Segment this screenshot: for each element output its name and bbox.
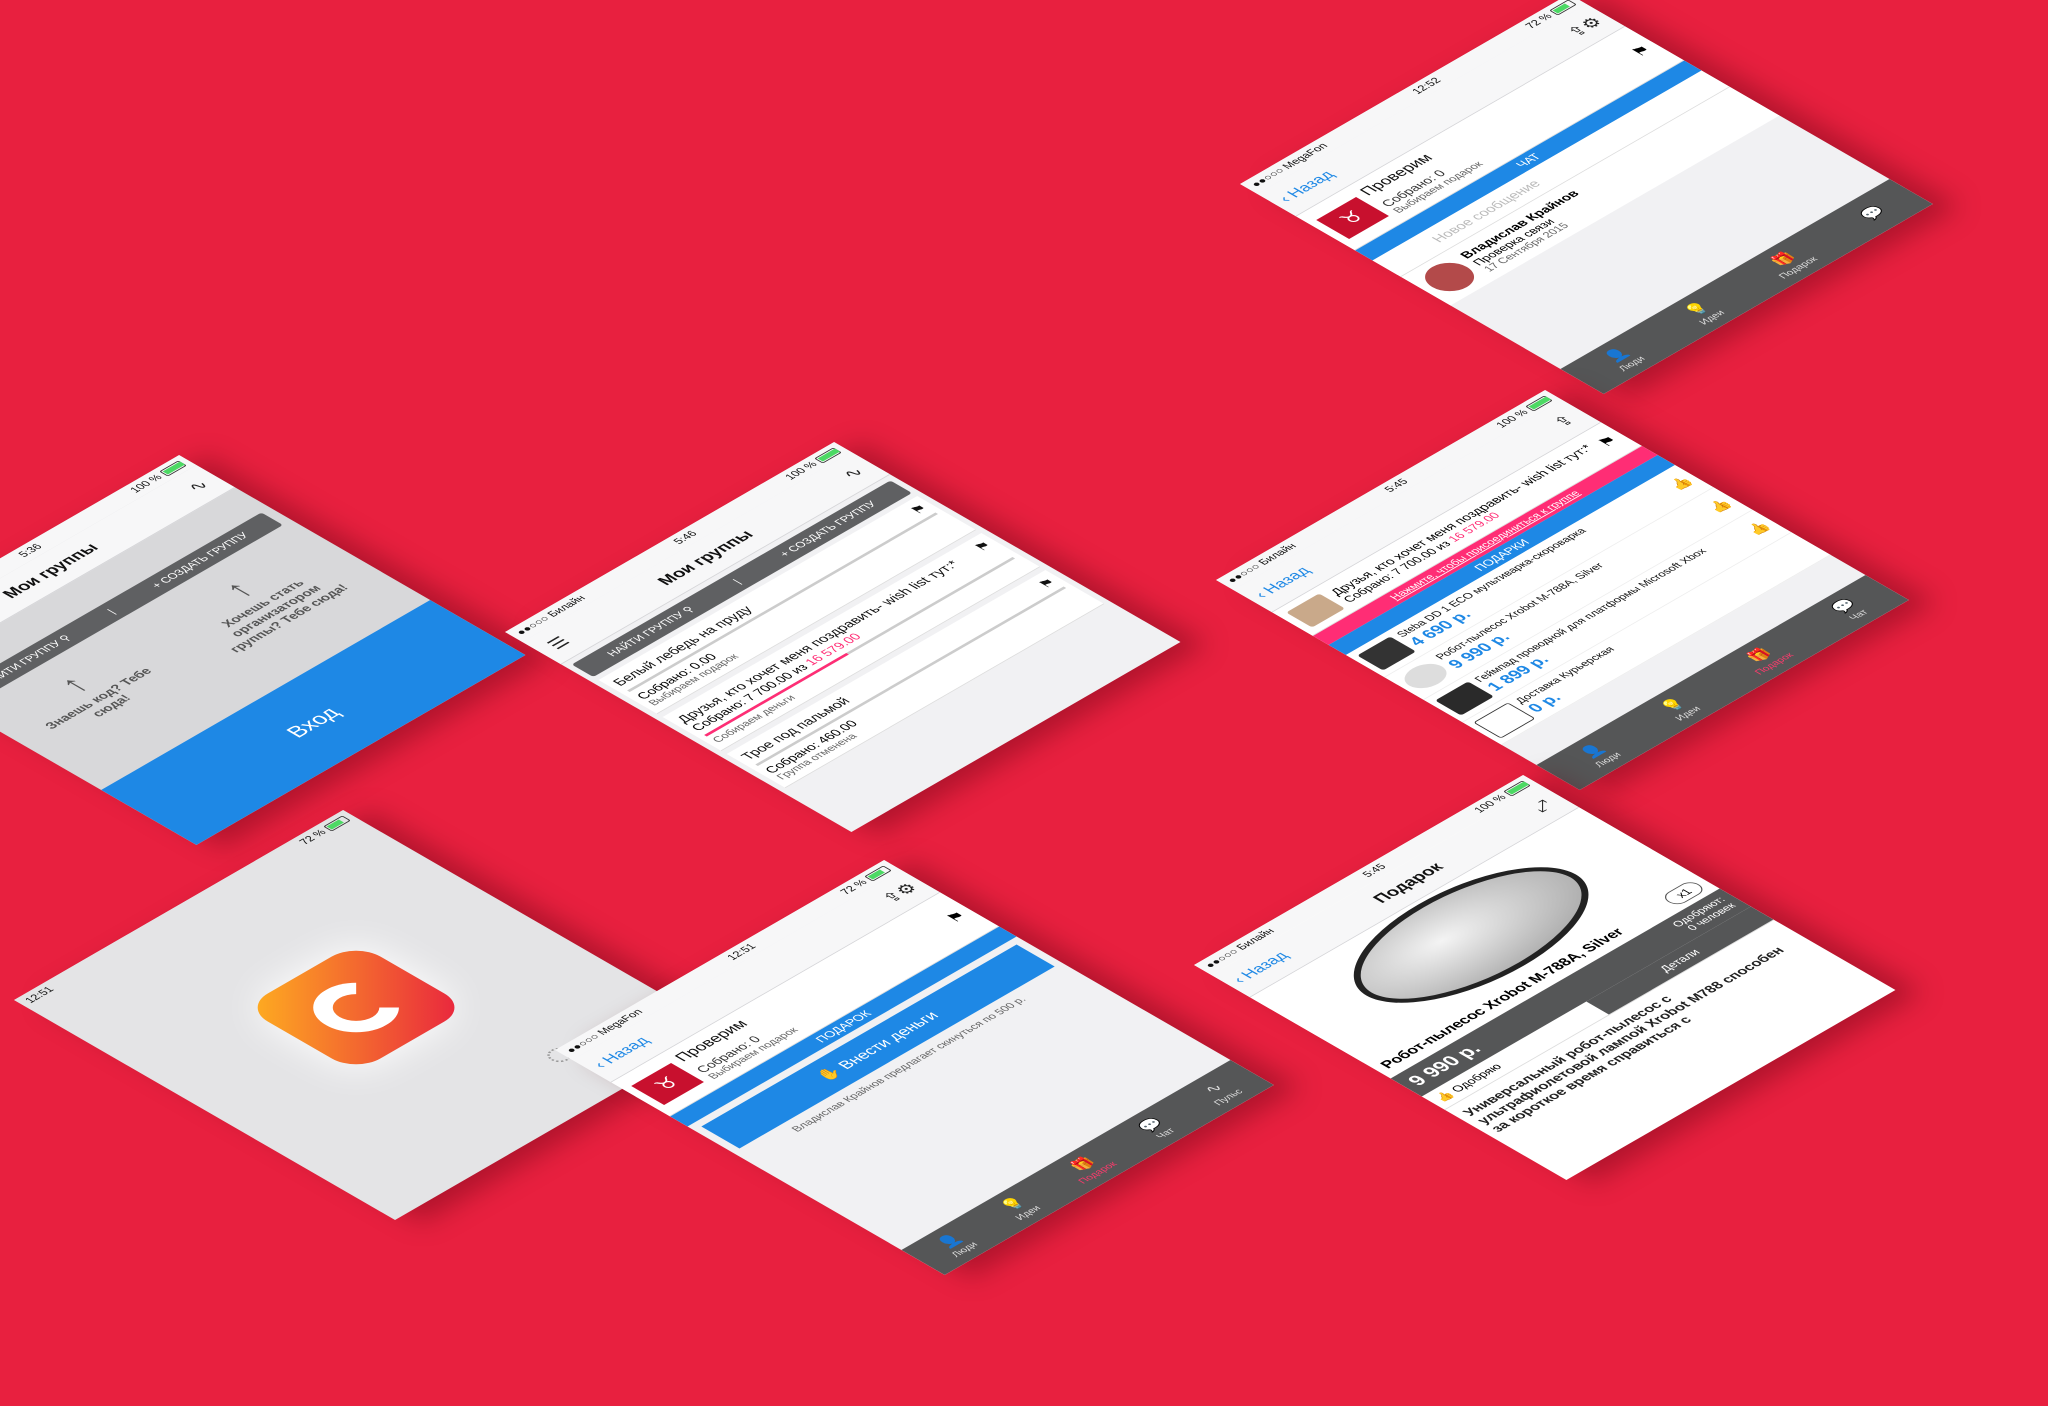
bull-icon: ♉ — [1315, 196, 1389, 239]
flag-icon: ⚑ — [1034, 576, 1060, 591]
flag-icon: ⚑ — [1595, 434, 1623, 450]
battery-label: 72 % — [297, 828, 330, 847]
search-icon: ⚲ — [56, 633, 75, 644]
battery-icon — [323, 815, 351, 832]
product-detail-screen: ●●○○○ Билайн 5:45 100 % ‹ Назад Подарок … — [1194, 775, 1896, 1180]
my-groups-empty-screen: ●●○○○ Билайн 5:36 100 % ☰ Мои группы ∿ Н… — [0, 455, 526, 845]
flag-icon: ⚑ — [1628, 43, 1656, 59]
tab-chat[interactable]: 💬 Чат — [1133, 1115, 1179, 1141]
tab-ideas[interactable]: 💡 Идеи — [994, 1193, 1043, 1222]
search-icon: ⚲ — [680, 604, 698, 615]
tab-gift[interactable]: 🎁 Подарок — [1757, 244, 1821, 280]
status-time: 12:51 — [22, 985, 57, 1005]
tab-chat[interactable]: 💬 — [1856, 203, 1891, 223]
bull-icon: ♉ — [630, 1062, 704, 1105]
tab-pulse[interactable]: ∿ Пульс — [1192, 1076, 1246, 1107]
chat-icon: 💬 — [1857, 204, 1890, 223]
tab-people[interactable]: 👤 Люди — [930, 1229, 980, 1259]
divider: | — [104, 607, 118, 616]
tab-bar: 👤 Люди 💡 Идеи 🎁 Подарок 💬 — [1560, 179, 1933, 394]
pulse-icon[interactable]: ∿ — [179, 475, 218, 498]
group-gift-screen: ●●○○○ MegaFon 12:51 72 % ‹ Назад ⇪⚙ ♉ Пр… — [555, 860, 1274, 1275]
wishlist-group-screen: ●●○○○ Билайн 5:45 100 % ‹ Назад ⇪ Друзья… — [1216, 390, 1909, 790]
like-icon[interactable]: 👍 — [1743, 520, 1775, 538]
tab-gift[interactable]: 🎁 Подарок — [1057, 1149, 1120, 1185]
group-chat-screen: ●●○○○ MegaFon 12:52 72 % ‹ Назад ⇪⚙ ♉ Пр… — [1240, 0, 1933, 394]
flag-icon: ⚑ — [906, 502, 932, 517]
tab-people[interactable]: 👤 Люди — [1597, 344, 1647, 373]
logo-g-icon — [295, 972, 417, 1043]
tab-bar: 👤 Люди 💡 Идеи 🎁 Подарок 💬 Чат ∿ Пульс — [901, 1060, 1274, 1275]
my-groups-list-screen: ●●○○○ Билайн 5:46 100 % ☰ Мои группы ∿ Н… — [505, 442, 1181, 832]
tab-people[interactable]: 👤 Люди — [1573, 740, 1623, 769]
tab-gift[interactable]: 🎁 Подарок — [1733, 640, 1797, 676]
flag-icon: ⚑ — [943, 909, 971, 925]
menu-icon[interactable]: ☰ — [539, 632, 578, 655]
tab-ideas[interactable]: 💡 Идеи — [1654, 694, 1703, 723]
pulse-icon[interactable]: ∿ — [834, 462, 873, 485]
like-icon[interactable]: 👍 — [1704, 497, 1736, 516]
like-icon[interactable]: 👍 — [1665, 475, 1697, 493]
tab-ideas[interactable]: 💡 Идеи — [1678, 298, 1727, 327]
tab-chat[interactable]: 💬 Чат — [1826, 596, 1872, 622]
share-icon[interactable]: ⇪ — [1545, 410, 1584, 433]
divider: | — [730, 577, 744, 586]
fullscreen-icon[interactable]: ⤢ — [1523, 795, 1562, 818]
hand-coin-icon: ✋ — [814, 1065, 847, 1084]
app-logo — [243, 942, 469, 1073]
